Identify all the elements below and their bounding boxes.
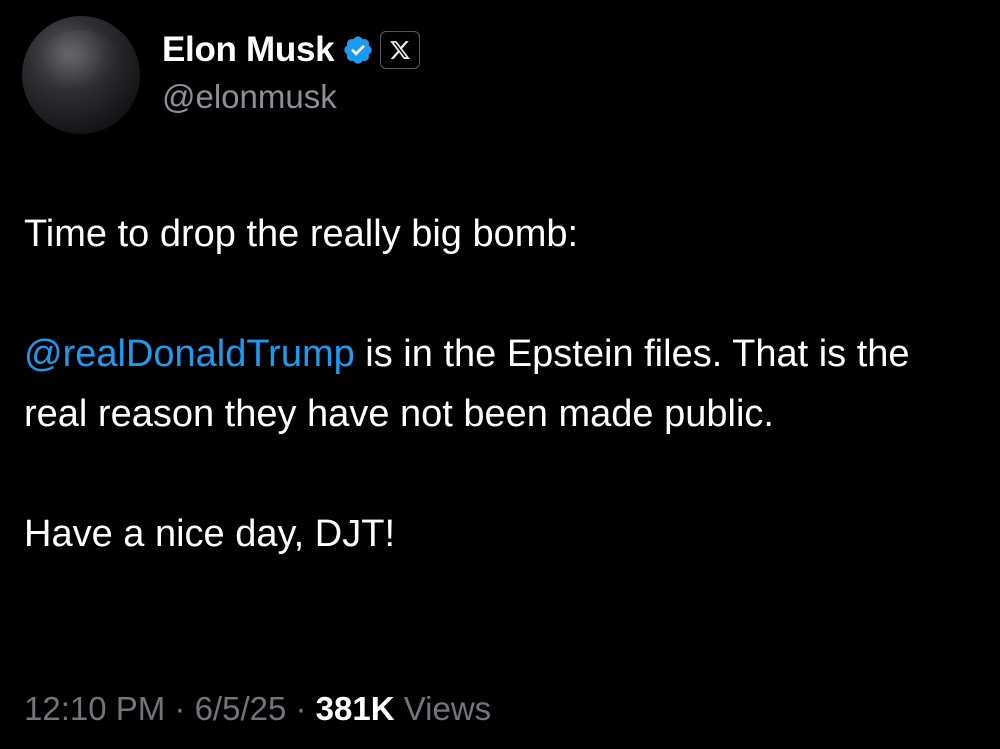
tweet-meta: 12:10 PM · 6/5/25 · 381K Views (24, 690, 491, 728)
views-count[interactable]: 381K (316, 690, 395, 727)
tweet-card: Elon Musk @elonmusk Time to drop the rea… (0, 0, 1000, 749)
tweet-date[interactable]: 6/5/25 (195, 690, 287, 727)
tweet-line-2: @realDonaldTrump is in the Epstein files… (24, 324, 974, 444)
tweet-header: Elon Musk @elonmusk (22, 16, 982, 136)
author-name[interactable]: Elon Musk (162, 30, 335, 70)
tweet-time[interactable]: 12:10 PM (24, 690, 165, 727)
tweet-line-1: Time to drop the really big bomb: (24, 213, 579, 255)
mention-link[interactable]: @realDonaldTrump (24, 333, 355, 375)
meta-separator: · (165, 690, 195, 727)
author-identity: Elon Musk @elonmusk (162, 28, 421, 116)
name-row: Elon Musk (162, 28, 421, 72)
meta-separator: · (286, 690, 316, 727)
tweet-line-3: Have a nice day, DJT! (24, 513, 396, 555)
avatar[interactable] (22, 16, 140, 134)
views-label: Views (394, 690, 492, 727)
verified-badge-icon (342, 34, 374, 66)
x-logo-icon[interactable] (380, 31, 421, 69)
author-handle[interactable]: @elonmusk (162, 78, 420, 116)
tweet-text: Time to drop the really big bomb: @realD… (24, 204, 974, 564)
